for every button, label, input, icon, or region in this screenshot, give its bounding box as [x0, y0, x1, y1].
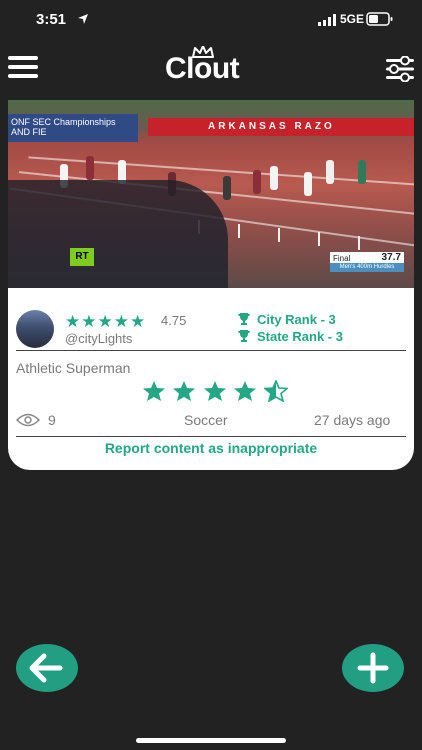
runner	[86, 156, 94, 180]
app-header: Clout	[0, 40, 422, 98]
views: 9	[15, 412, 56, 428]
menu-icon-bar	[8, 74, 38, 78]
status-time: 3:51	[36, 11, 67, 28]
post-category: Soccer	[184, 412, 228, 428]
runner	[253, 170, 261, 194]
trophy-icon	[238, 313, 250, 325]
runner	[270, 166, 278, 190]
network-type: 5GE	[340, 12, 365, 26]
hurdle	[238, 224, 240, 238]
trophy-icon	[238, 330, 250, 342]
star-icon: ★	[113, 312, 129, 331]
scoreboard: Final 37.7 Men's 400m Hurdles	[330, 252, 404, 272]
post-age: 27 days ago	[314, 412, 391, 428]
state-rank-label: State Rank - 3	[257, 329, 343, 344]
owner-row: ★★★★★ 4.75 @cityLights City Rank - 3 Sta…	[8, 302, 414, 352]
crowd	[8, 180, 228, 288]
back-button[interactable]	[16, 644, 78, 692]
divider	[16, 350, 406, 351]
owner-rating-value: 4.75	[161, 313, 187, 328]
runner	[304, 172, 312, 196]
hurdle	[358, 236, 360, 250]
rt-watermark: RT	[70, 248, 94, 266]
city-rank-label: City Rank - 3	[257, 312, 336, 327]
post-rating-stars[interactable]	[142, 378, 290, 407]
city-rank: City Rank - 3	[237, 312, 336, 327]
menu-icon-bar	[8, 65, 38, 69]
divider	[16, 436, 406, 437]
state-rank: State Rank - 3	[237, 329, 343, 344]
score-label: Final	[333, 254, 351, 263]
avatar[interactable]	[16, 310, 54, 348]
arrow-left-icon	[29, 653, 63, 683]
post-title: Athletic Superman	[16, 360, 131, 376]
post-card: ONF SEC Championships AND FIE ARKANSAS R…	[8, 100, 414, 470]
menu-button[interactable]	[8, 56, 38, 82]
post-media[interactable]: ONF SEC Championships AND FIE ARKANSAS R…	[8, 100, 414, 288]
add-post-button[interactable]	[342, 644, 404, 692]
star-half-icon[interactable]	[262, 378, 289, 403]
runner	[223, 176, 231, 200]
filter-settings-icon[interactable]	[386, 56, 414, 82]
hurdle	[318, 232, 320, 246]
star-icon: ★	[97, 312, 113, 331]
battery-icon	[366, 12, 393, 26]
star-icon: ★	[65, 312, 81, 331]
star-icon[interactable]	[233, 380, 257, 402]
menu-icon-bar	[8, 56, 38, 60]
star-icon: ★	[130, 312, 146, 331]
owner-rating-stars: ★★★★★	[65, 312, 146, 332]
plus-icon	[357, 652, 389, 684]
app-logo: Clout	[165, 52, 240, 85]
home-indicator	[136, 738, 286, 743]
view-count: 9	[48, 412, 56, 428]
cellular-signal-icon	[318, 14, 336, 26]
stadium-banner: ARKANSAS RAZO	[148, 118, 414, 136]
report-content-link[interactable]: Report content as inappropriate	[8, 440, 414, 456]
eye-icon	[15, 413, 41, 427]
score-value: 37.7	[381, 252, 401, 263]
stadium-board: ONF SEC Championships AND FIE	[8, 114, 138, 142]
hurdle	[278, 228, 280, 242]
star-icon[interactable]	[203, 380, 227, 402]
star-icon[interactable]	[142, 380, 166, 402]
star-icon: ★	[81, 312, 97, 331]
runner	[358, 160, 366, 184]
owner-username[interactable]: @cityLights	[65, 331, 132, 346]
runner	[326, 160, 334, 184]
location-arrow-icon	[78, 14, 88, 24]
status-bar: 3:51 5GE	[0, 0, 422, 40]
star-icon[interactable]	[172, 380, 196, 402]
score-event: Men's 400m Hurdles	[330, 263, 404, 272]
